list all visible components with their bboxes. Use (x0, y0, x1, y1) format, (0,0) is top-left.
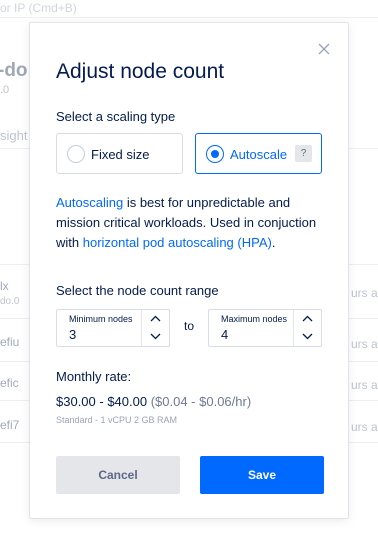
fixed-size-option[interactable]: Fixed size (56, 133, 183, 174)
maximum-decrement-button[interactable] (294, 328, 321, 346)
monthly-rate-label: Monthly rate: (56, 369, 132, 384)
autoscale-option[interactable]: Autoscale ? (195, 133, 322, 174)
chevron-up-icon (150, 315, 161, 322)
minimum-increment-button[interactable] (142, 310, 169, 328)
monthly-rate-value: $30.00 - $40.00 ($0.04 - $0.06/hr) (56, 394, 251, 409)
save-button[interactable]: Save (200, 456, 324, 494)
maximum-nodes-value[interactable]: 4 (221, 327, 228, 342)
maximum-increment-button[interactable] (294, 310, 321, 328)
dialog-title: Adjust node count (56, 60, 225, 83)
minimum-decrement-button[interactable] (142, 328, 169, 346)
autoscale-label: Autoscale (230, 147, 288, 162)
range-to-text: to (184, 319, 195, 333)
fixed-size-radio[interactable] (67, 145, 85, 163)
autoscale-radio[interactable] (206, 145, 224, 163)
hourly-rate-range: ($0.04 - $0.06/hr) (150, 394, 252, 409)
minimum-nodes-value[interactable]: 3 (69, 327, 76, 342)
node-range-label: Select the node count range (56, 283, 219, 298)
description-end: . (271, 235, 276, 250)
scaling-type-label: Select a scaling type (56, 109, 176, 124)
chevron-up-icon (302, 315, 313, 322)
radio-selected-dot (211, 150, 219, 158)
minimum-nodes-stepper[interactable]: Minimum nodes 3 (56, 309, 170, 347)
autoscaling-description: Autoscaling is best for unpredictable an… (56, 193, 324, 253)
chevron-down-icon (150, 333, 161, 340)
maximum-nodes-label: Maximum nodes (221, 314, 288, 324)
cancel-button[interactable]: Cancel (56, 456, 180, 494)
maximum-nodes-stepper[interactable]: Maximum nodes 4 (208, 309, 322, 347)
help-icon[interactable]: ? (295, 145, 312, 162)
monthly-rate-price: $30.00 - $40.00 (56, 394, 148, 409)
droplet-spec: Standard - 1 vCPU 2 GB RAM (56, 415, 178, 425)
minimum-nodes-label: Minimum nodes (69, 314, 133, 324)
fixed-size-label: Fixed size (91, 147, 150, 162)
close-icon[interactable] (317, 42, 331, 56)
hpa-link[interactable]: horizontal pod autoscaling (HPA) (83, 235, 272, 250)
chevron-down-icon (302, 333, 313, 340)
autoscaling-link[interactable]: Autoscaling (56, 195, 123, 210)
adjust-node-count-dialog: Adjust node count Select a scaling type … (29, 22, 349, 519)
